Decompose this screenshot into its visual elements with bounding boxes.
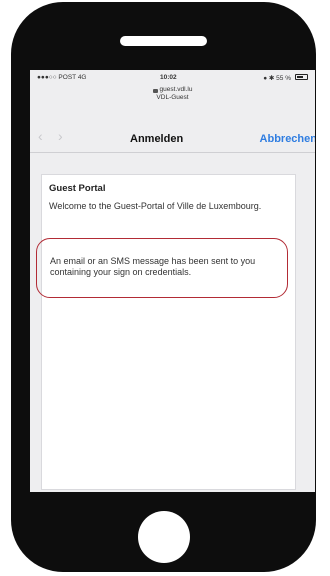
portal-welcome-text: Welcome to the Guest-Portal of Ville de …	[49, 201, 262, 211]
nav-title: Anmelden	[130, 133, 184, 145]
cancel-button[interactable]: Abbrechen	[260, 133, 315, 145]
notice-message: An email or an SMS message has been sent…	[50, 256, 256, 277]
status-time: 10:02	[160, 74, 177, 81]
carrier-signal: ●●●○○ POST 4G	[37, 74, 87, 81]
speaker-grille	[120, 36, 207, 46]
url-display: guest.vdl.lu VDL-Guest	[30, 86, 315, 102]
guest-portal-card: Guest Portal Welcome to the Guest-Portal…	[36, 174, 296, 490]
url-text: guest.vdl.lu	[159, 86, 193, 93]
home-button[interactable]	[138, 511, 190, 563]
portal-title: Guest Portal	[49, 183, 106, 194]
network-name: VDL-Guest	[156, 94, 189, 101]
navigation-bar: ‹ › Anmelden Abbrechen	[30, 118, 315, 153]
status-bar: ●●●○○ POST 4G 10:02 ● ✱ 55 %	[30, 70, 315, 84]
back-arrow-icon[interactable]: ‹	[38, 128, 43, 144]
battery-icon	[295, 74, 308, 80]
phone-screen: ●●●○○ POST 4G 10:02 ● ✱ 55 % guest.vdl.l…	[30, 70, 315, 492]
notice-highlight: An email or an SMS message has been sent…	[36, 238, 288, 298]
lock-icon	[152, 89, 158, 93]
battery-status: ● ✱ 55 %	[263, 75, 291, 82]
forward-arrow-icon[interactable]: ›	[58, 128, 63, 144]
